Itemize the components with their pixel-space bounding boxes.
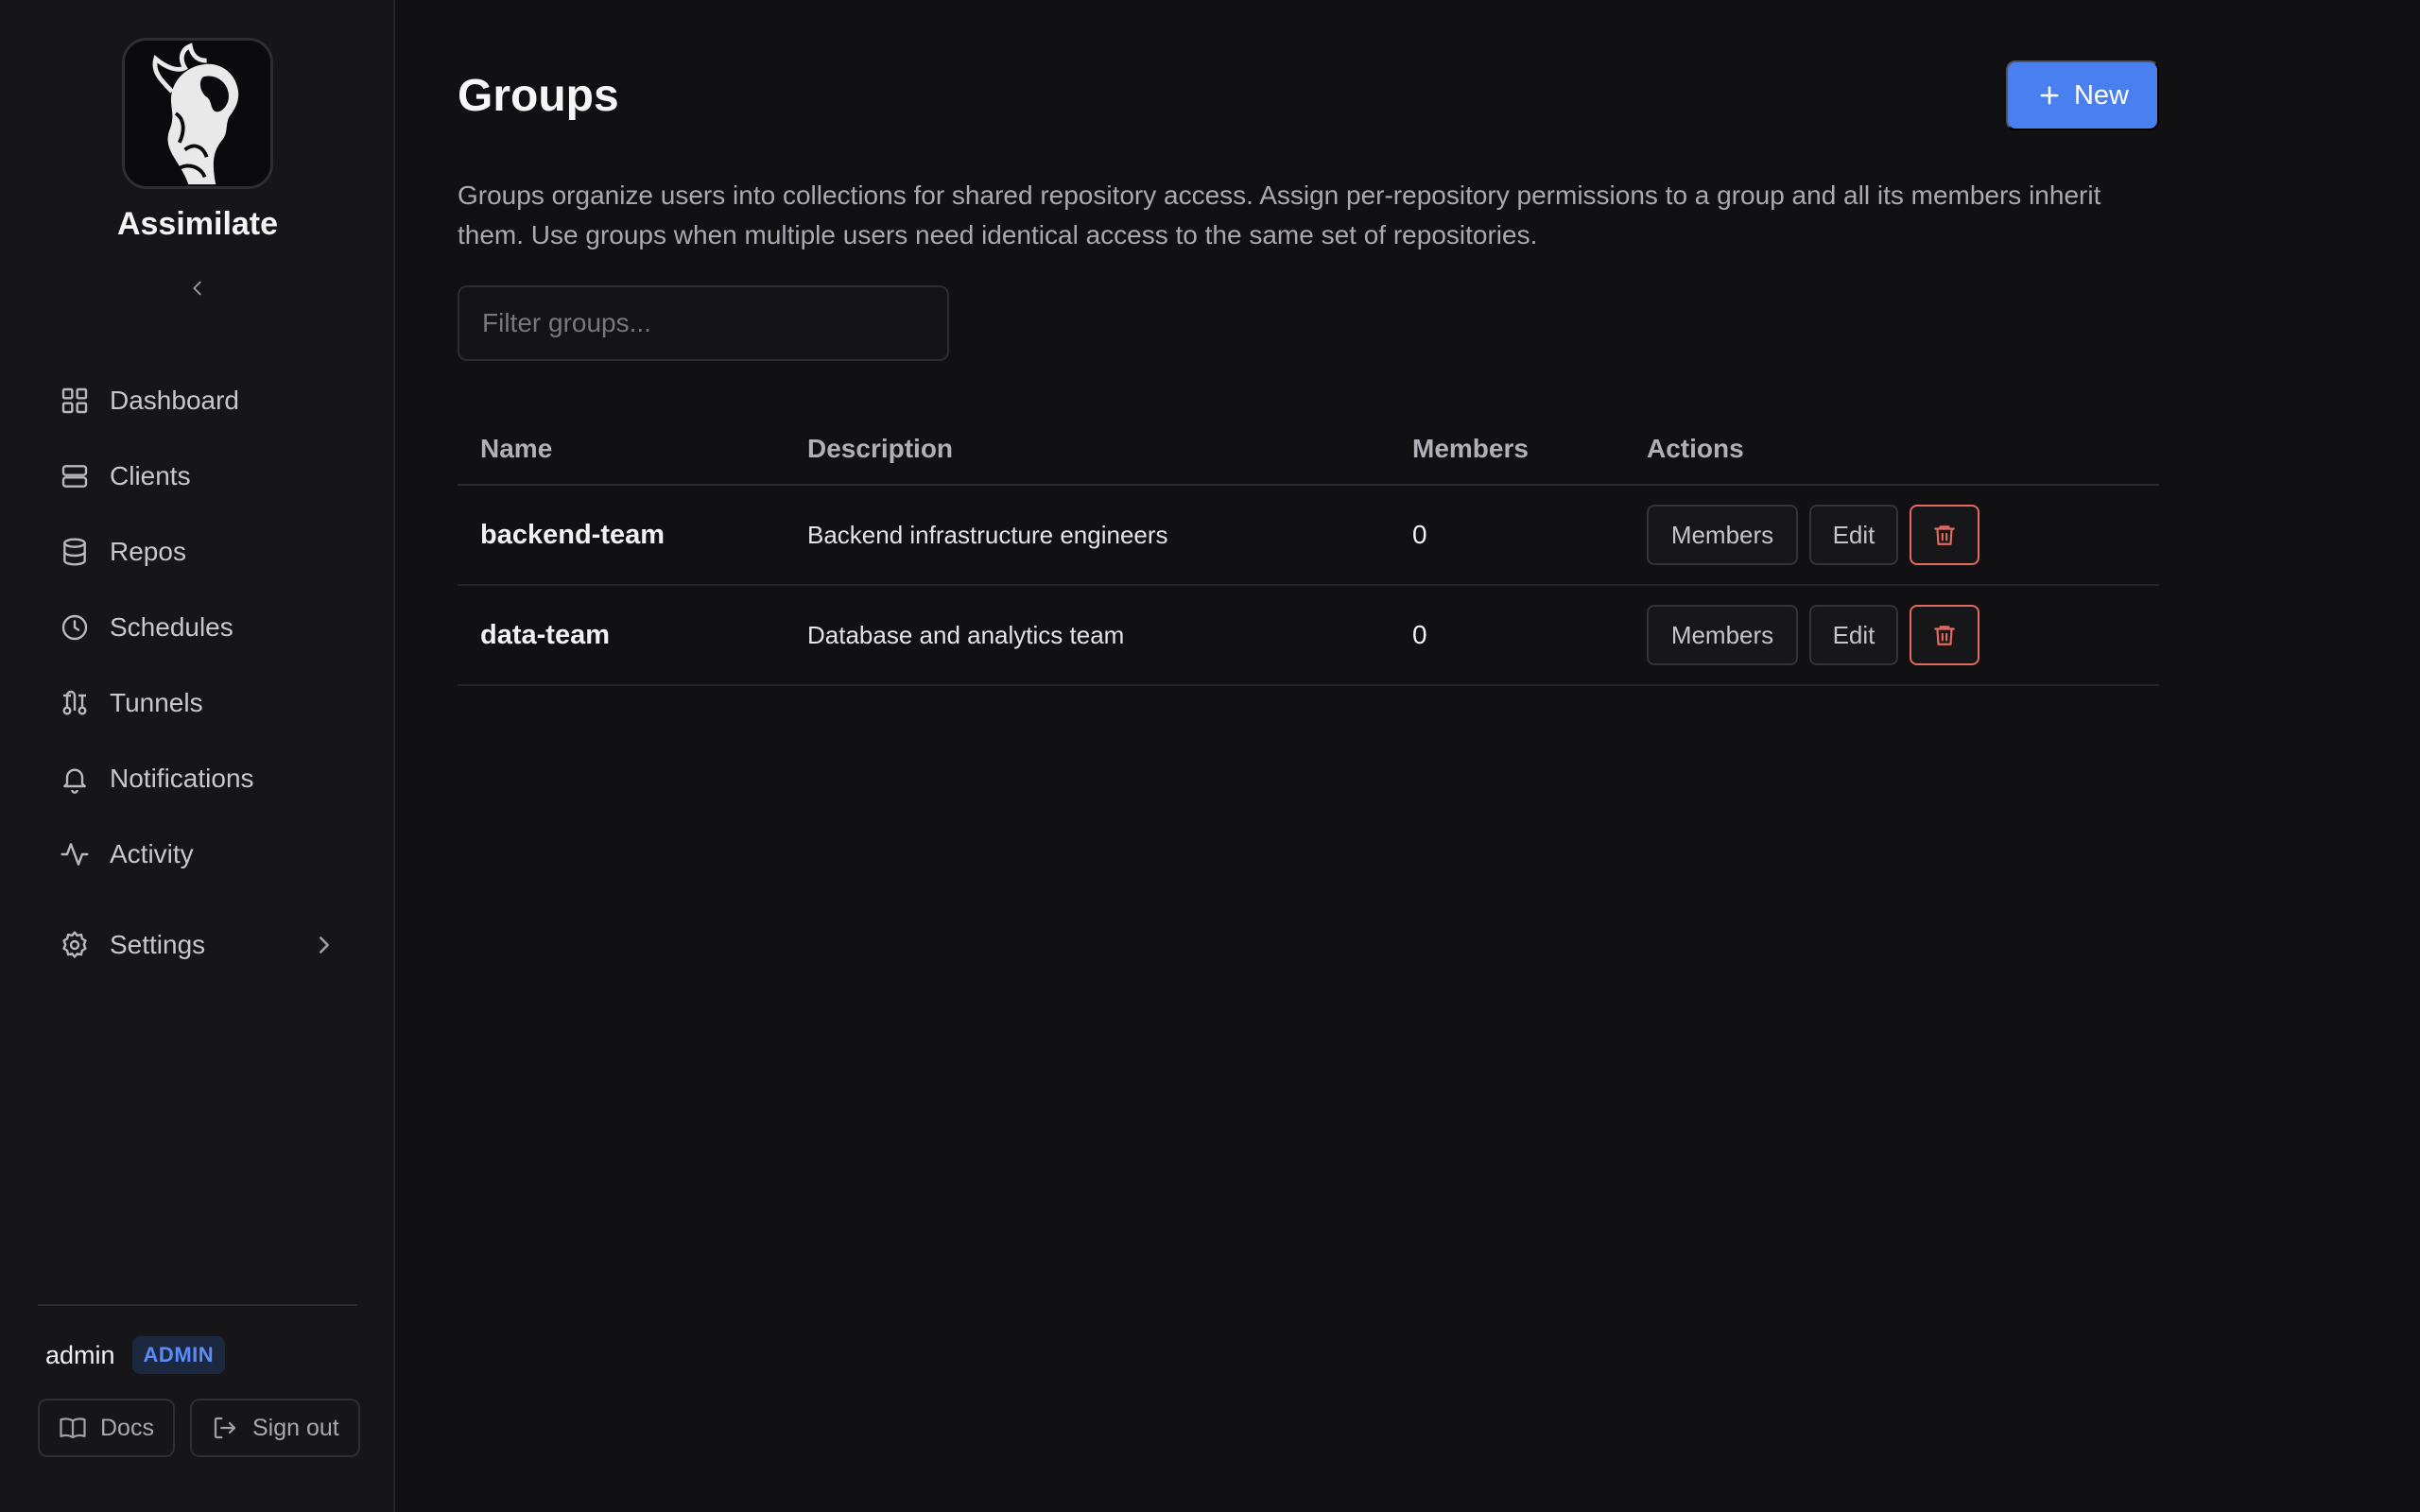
sidebar-footer: Docs Sign out — [38, 1399, 360, 1457]
row-actions: Members Edit — [1647, 605, 1979, 665]
user-name: admin — [45, 1340, 115, 1369]
chevron-right-icon — [320, 936, 329, 954]
table-row: backend-team Backend infrastructure engi… — [458, 486, 2159, 586]
sidebar-item-label: Clients — [110, 461, 191, 490]
sign-out-label: Sign out — [251, 1414, 339, 1441]
sidebar-divider — [38, 1304, 357, 1306]
logo-icon — [125, 41, 270, 186]
sidebar-nav: Dashboard Clients Repos Schedules Tunnel… — [38, 370, 359, 990]
trash-icon — [1934, 525, 1955, 545]
sidebar-item-label: Notifications — [110, 764, 254, 793]
sidebar-item-label: Schedules — [110, 612, 233, 642]
bell-icon — [59, 763, 91, 795]
docs-label: Docs — [100, 1414, 154, 1441]
sidebar-item-clients[interactable]: Clients — [38, 446, 359, 507]
group-name: backend-team — [480, 519, 666, 550]
sidebar-item-label: Repos — [110, 537, 186, 566]
tunnel-icon — [59, 687, 91, 719]
trash-icon — [1934, 626, 1955, 645]
delete-button[interactable] — [1910, 505, 1979, 565]
sidebar-item-label: Tunnels — [110, 688, 203, 717]
role-badge: ADMIN — [131, 1336, 226, 1374]
brand-name: Assimilate — [116, 206, 279, 242]
column-header-description: Description — [807, 434, 954, 463]
sidebar: Assimilate Dashboard Clients Repos Sched… — [0, 0, 395, 1512]
group-member-count: 0 — [1412, 620, 1427, 649]
members-button[interactable]: Members — [1647, 605, 1798, 665]
book-icon — [60, 1418, 86, 1439]
activity-icon — [59, 838, 91, 870]
sidebar-item-label: Activity — [110, 839, 194, 868]
sidebar-item-label: Dashboard — [110, 386, 239, 415]
sidebar-item-repos[interactable]: Repos — [38, 522, 359, 582]
new-group-button[interactable]: New — [2006, 60, 2159, 130]
sidebar-item-notifications[interactable]: Notifications — [38, 748, 359, 809]
page-title: Groups — [458, 71, 619, 121]
column-header-name: Name — [480, 434, 553, 463]
server-icon — [59, 460, 91, 492]
table-row: data-team Database and analytics team 0 … — [458, 586, 2159, 686]
group-description: Backend infrastructure engineers — [807, 520, 1168, 549]
dashboard-icon — [59, 385, 91, 417]
database-icon — [59, 536, 91, 568]
new-button-label: New — [2073, 79, 2129, 111]
sign-out-button[interactable]: Sign out — [189, 1399, 360, 1457]
user-info: admin ADMIN — [45, 1336, 226, 1374]
edit-button[interactable]: Edit — [1809, 505, 1898, 565]
members-button[interactable]: Members — [1647, 505, 1798, 565]
collapse-sidebar-button[interactable] — [180, 270, 216, 306]
groups-table: Name Description Members Actions backend… — [458, 414, 2159, 686]
column-header-actions: Actions — [1647, 434, 1744, 463]
sidebar-item-tunnels[interactable]: Tunnels — [38, 673, 359, 733]
sidebar-item-settings[interactable]: Settings — [38, 915, 359, 975]
clock-icon — [59, 611, 91, 644]
plus-icon — [2040, 86, 2059, 105]
filter-groups-input[interactable] — [458, 285, 949, 361]
group-member-count: 0 — [1412, 520, 1427, 549]
sidebar-item-label: Settings — [110, 930, 206, 959]
brand-logo — [122, 38, 273, 189]
delete-button[interactable] — [1910, 605, 1979, 665]
docs-button[interactable]: Docs — [38, 1399, 175, 1457]
sidebar-item-activity[interactable]: Activity — [38, 824, 359, 885]
sidebar-item-schedules[interactable]: Schedules — [38, 597, 359, 658]
edit-button[interactable]: Edit — [1809, 605, 1898, 665]
table-header: Name Description Members Actions — [458, 414, 2159, 486]
group-name: data-team — [480, 619, 610, 650]
sidebar-item-dashboard[interactable]: Dashboard — [38, 370, 359, 431]
column-header-members: Members — [1412, 434, 1529, 463]
gear-icon — [59, 929, 91, 961]
chevron-left-icon — [193, 281, 201, 296]
group-description: Database and analytics team — [807, 620, 1125, 649]
sign-out-icon — [214, 1417, 236, 1439]
row-actions: Members Edit — [1647, 505, 1979, 565]
page-description: Groups organize users into collections f… — [458, 180, 2101, 249]
